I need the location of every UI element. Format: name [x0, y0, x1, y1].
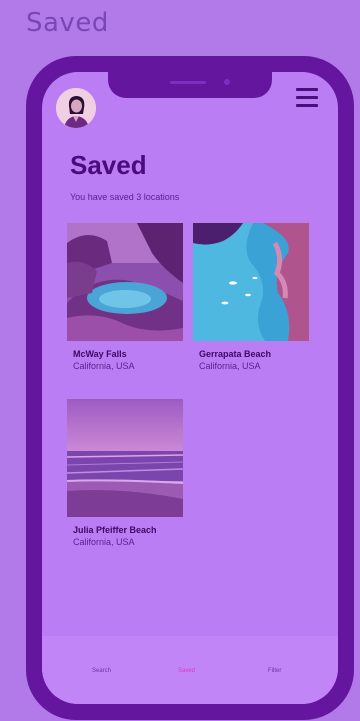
location-region: California, USA	[199, 361, 261, 371]
waterfall-cove-photo	[67, 223, 183, 341]
sunset-beach-photo	[67, 399, 183, 517]
saved-count-text: You have saved 3 locations	[70, 192, 180, 202]
location-region: California, USA	[73, 537, 135, 547]
nav-search[interactable]: Search	[92, 668, 111, 674]
nav-filter[interactable]: Filter	[268, 668, 281, 674]
location-name: McWay Falls	[73, 349, 127, 359]
location-card-mcway-falls[interactable]: McWay Falls California, USA	[67, 223, 183, 371]
page-heading: Saved	[26, 8, 109, 38]
location-region: California, USA	[73, 361, 135, 371]
phone-notch	[108, 72, 272, 98]
bottom-navigation: Search Saved Filter	[42, 636, 338, 704]
nav-saved[interactable]: Saved	[178, 668, 195, 674]
aerial-beach-photo	[193, 223, 309, 341]
location-name: Julia Pfeiffer Beach	[73, 525, 157, 535]
location-name: Gerrapata Beach	[199, 349, 272, 359]
screen-title: Saved	[70, 150, 147, 180]
location-card-gerrapata-beach[interactable]: Gerrapata Beach California, USA	[193, 223, 309, 371]
phone-frame: Saved You have saved 3 locations McWay F…	[26, 56, 354, 720]
phone-screen: Saved You have saved 3 locations McWay F…	[42, 72, 338, 704]
location-card-julia-pfeiffer-beach[interactable]: Julia Pfeiffer Beach California, USA	[67, 399, 183, 547]
hamburger-menu-icon[interactable]	[296, 88, 318, 108]
speaker-grille	[170, 81, 206, 84]
front-camera	[224, 79, 230, 85]
avatar[interactable]	[56, 88, 96, 128]
avatar-icon	[56, 88, 96, 128]
